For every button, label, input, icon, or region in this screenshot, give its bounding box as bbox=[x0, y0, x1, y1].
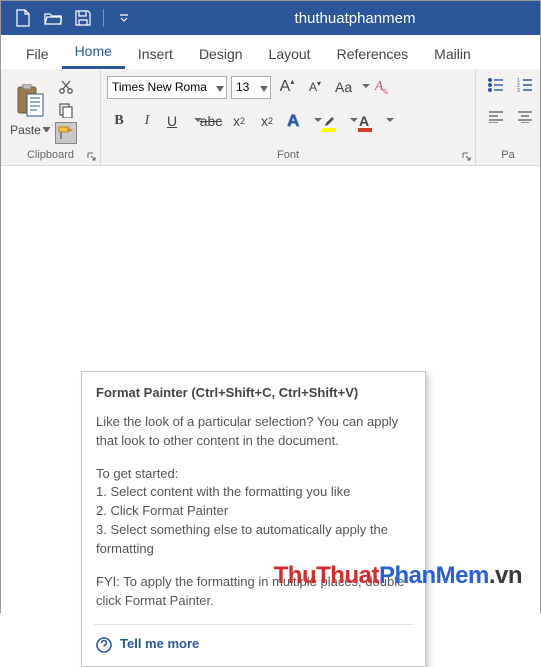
watermark: ThuThuatPhanMem.vn bbox=[274, 562, 522, 590]
cut-button[interactable] bbox=[55, 76, 77, 98]
tab-home[interactable]: Home bbox=[62, 36, 125, 69]
numbering-button[interactable]: 123 bbox=[513, 73, 536, 97]
open-file-icon[interactable] bbox=[39, 4, 67, 32]
tooltip-desc: Like the look of a particular selection?… bbox=[96, 413, 411, 451]
paragraph-group-label: Pa bbox=[501, 149, 514, 161]
tab-insert[interactable]: Insert bbox=[125, 39, 186, 69]
save-icon[interactable] bbox=[69, 4, 97, 32]
new-file-icon[interactable] bbox=[9, 4, 37, 32]
align-left-button[interactable] bbox=[484, 105, 507, 129]
qat-customize-icon[interactable] bbox=[110, 4, 138, 32]
shrink-font-button[interactable]: A▾ bbox=[303, 75, 327, 99]
italic-button[interactable]: I bbox=[135, 109, 159, 133]
ribbon-tabs: File Home Insert Design Layout Reference… bbox=[1, 35, 540, 69]
grow-font-button[interactable]: A▴ bbox=[275, 75, 299, 99]
tab-layout[interactable]: Layout bbox=[256, 39, 324, 69]
clear-formatting-button[interactable]: A✎ bbox=[367, 75, 391, 99]
group-paragraph: 123 Pa bbox=[476, 69, 540, 165]
svg-text:3: 3 bbox=[517, 88, 520, 92]
group-clipboard: Paste Clipboard bbox=[1, 69, 101, 165]
copy-button[interactable] bbox=[55, 99, 77, 121]
underline-button[interactable]: U bbox=[163, 109, 195, 133]
chevron-down-icon bbox=[216, 81, 224, 95]
qat-separator bbox=[103, 9, 104, 27]
font-dialog-launcher[interactable] bbox=[460, 150, 472, 162]
tooltip-divider bbox=[94, 624, 413, 625]
format-painter-button[interactable] bbox=[55, 122, 77, 144]
tab-references[interactable]: References bbox=[324, 39, 422, 69]
paste-icon bbox=[15, 84, 45, 121]
quick-access-toolbar bbox=[9, 4, 138, 32]
help-icon bbox=[96, 637, 112, 653]
format-painter-tooltip: Format Painter (Ctrl+Shift+C, Ctrl+Shift… bbox=[81, 371, 426, 667]
subscript-button[interactable]: x2 bbox=[227, 109, 251, 133]
window-title: thuthuatphanmem bbox=[178, 10, 532, 27]
highlight-button[interactable] bbox=[319, 109, 351, 133]
font-color-button[interactable]: A bbox=[355, 109, 387, 133]
group-font: Times New Roma 13 A▴ A▾ Aa A✎ B I U abc … bbox=[101, 69, 476, 165]
font-group-label: Font bbox=[277, 149, 299, 161]
document-area: Format Painter (Ctrl+Shift+C, Ctrl+Shift… bbox=[1, 166, 540, 614]
text-effects-button[interactable]: A bbox=[283, 109, 315, 133]
change-case-button[interactable]: Aa bbox=[331, 75, 363, 99]
chevron-down-icon bbox=[260, 81, 268, 95]
superscript-button[interactable]: x2 bbox=[255, 109, 279, 133]
title-bar: thuthuatphanmem bbox=[1, 1, 540, 35]
bullets-button[interactable] bbox=[484, 73, 507, 97]
ribbon: Paste Clipboard Times New Roma 13 A▴ A▾ … bbox=[1, 69, 540, 166]
paste-button[interactable]: Paste bbox=[7, 73, 53, 147]
bold-button[interactable]: B bbox=[107, 109, 131, 133]
strikethrough-button[interactable]: abc bbox=[199, 109, 223, 133]
tab-file[interactable]: File bbox=[13, 39, 62, 69]
tab-design[interactable]: Design bbox=[186, 39, 256, 69]
tell-me-more-label: Tell me more bbox=[120, 635, 199, 654]
font-name-combo[interactable]: Times New Roma bbox=[107, 76, 227, 99]
tooltip-heading: Format Painter (Ctrl+Shift+C, Ctrl+Shift… bbox=[96, 384, 411, 403]
tab-mailings[interactable]: Mailin bbox=[421, 39, 484, 69]
clipboard-group-label: Clipboard bbox=[27, 149, 74, 161]
paste-label: Paste bbox=[10, 123, 41, 137]
tell-me-more-link[interactable]: Tell me more bbox=[96, 635, 411, 654]
align-center-button[interactable] bbox=[513, 105, 536, 129]
font-size-combo[interactable]: 13 bbox=[231, 76, 271, 99]
clipboard-dialog-launcher[interactable] bbox=[85, 150, 97, 162]
tooltip-steps: To get started: 1. Select content with t… bbox=[96, 465, 411, 559]
